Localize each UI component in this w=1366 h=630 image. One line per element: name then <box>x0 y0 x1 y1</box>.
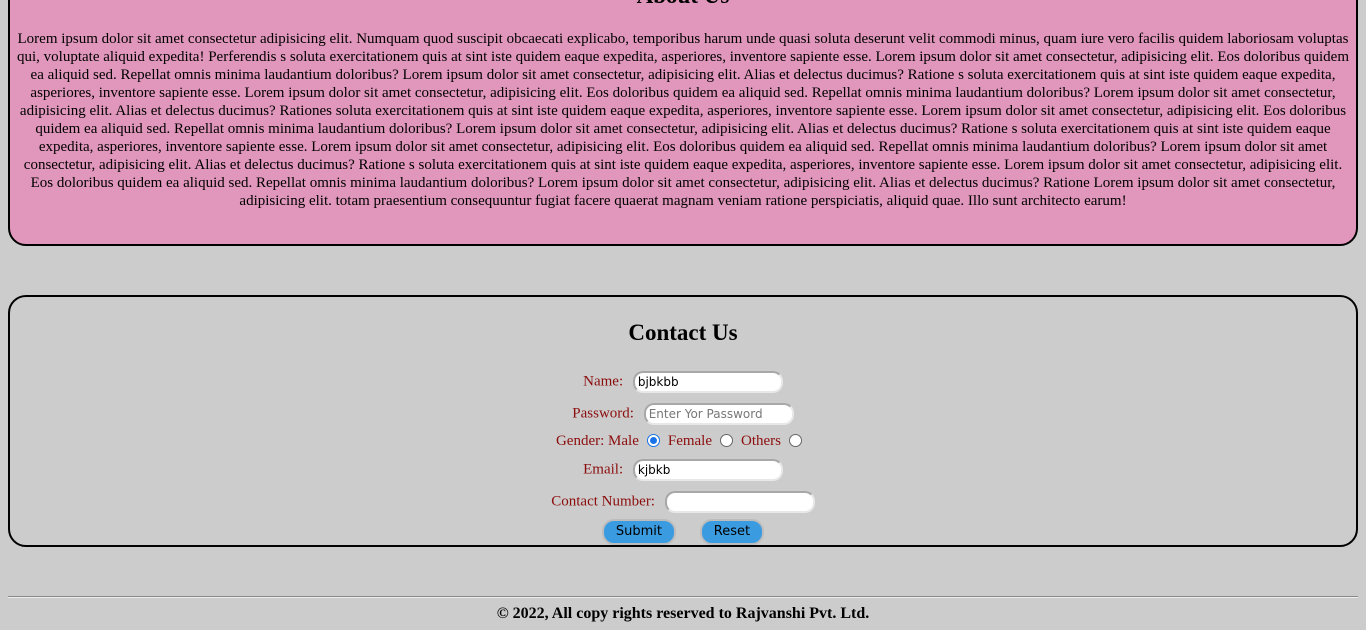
gender-row: Gender: Male Female Others <box>10 433 1356 450</box>
gender-label: Gender: <box>555 433 605 450</box>
phone-label: Contact Number: <box>551 493 655 510</box>
gender-radio-female[interactable] <box>720 434 734 448</box>
gender-radio-male[interactable] <box>646 434 660 448</box>
name-label: Name: <box>583 373 624 390</box>
footer-divider <box>8 596 1358 598</box>
phone-row: Contact Number: <box>10 491 1356 513</box>
submit-button[interactable]: Submit <box>601 519 677 545</box>
gender-option-female-label: Female <box>667 433 713 450</box>
email-input[interactable] <box>632 459 783 481</box>
page: About Us Lorem ipsum dolor sit amet cons… <box>0 0 1366 630</box>
password-label: Password: <box>572 405 634 422</box>
about-section: About Us Lorem ipsum dolor sit amet cons… <box>8 0 1358 246</box>
name-input[interactable] <box>632 371 783 393</box>
contact-section: Contact Us Name: Password: Gender: Male F… <box>8 295 1358 547</box>
gender-option-male-label: Male <box>608 433 639 450</box>
reset-button[interactable]: Reset <box>699 519 765 545</box>
phone-input[interactable] <box>664 491 815 513</box>
password-row: Password: <box>10 403 1356 425</box>
name-row: Name: <box>10 371 1356 393</box>
about-title: About Us <box>10 0 1356 10</box>
button-row: Submit Reset <box>10 519 1356 545</box>
email-label: Email: <box>583 461 624 478</box>
about-text: Lorem ipsum dolor sit amet consectetur a… <box>17 31 1349 209</box>
gender-radio-others[interactable] <box>789 434 803 448</box>
password-input[interactable] <box>643 403 794 425</box>
gender-option-others-label: Others <box>741 433 782 450</box>
footer-text: © 2022, All copy rights reserved to Rajv… <box>496 605 870 622</box>
contact-title: Contact Us <box>628 320 738 345</box>
email-row: Email: <box>10 459 1356 481</box>
